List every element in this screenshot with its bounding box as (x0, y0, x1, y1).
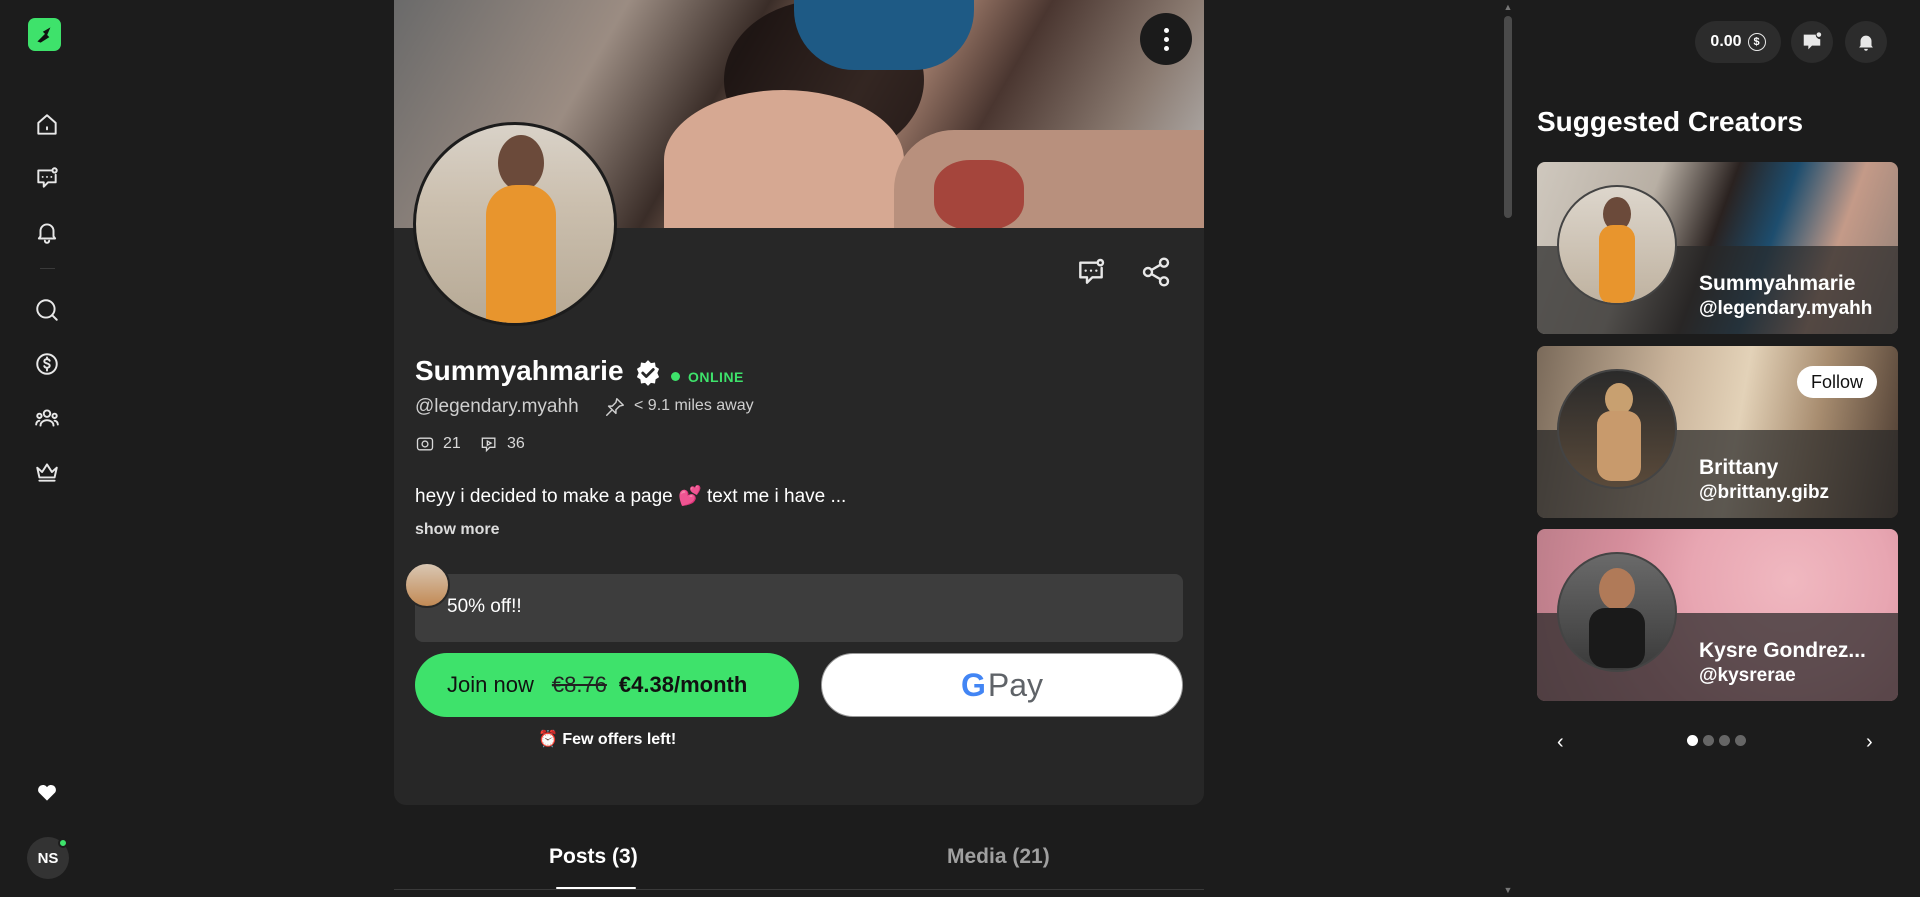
profile-avatar[interactable] (413, 122, 617, 326)
wallet-balance-button[interactable]: 0.00 $ (1695, 21, 1781, 63)
dollar-icon (36, 353, 58, 375)
user-avatar[interactable]: NS (27, 837, 69, 879)
creator-handle: @brittany.gibz (1699, 482, 1830, 503)
app-logo[interactable] (28, 18, 61, 51)
carousel-dot[interactable] (1703, 735, 1714, 746)
creator-name: Summyahmarie (1699, 272, 1856, 295)
gpay-label: Pay (987, 666, 1044, 703)
crown-icon (36, 463, 58, 482)
carousel-dot[interactable] (1687, 735, 1698, 746)
message-creator-button[interactable] (1073, 254, 1109, 290)
distance-text: < 9.1 miles away (634, 397, 754, 414)
promo-avatar (404, 562, 450, 608)
join-now-button[interactable]: Join now €8.76 €4.38/month (415, 653, 799, 717)
messages-button[interactable] (31, 162, 63, 194)
creator-handle: @kysrerae (1699, 665, 1796, 686)
videos-count: 36 (507, 435, 525, 452)
heart-icon (38, 784, 56, 801)
search-icon (36, 299, 58, 321)
more-options-button[interactable] (1140, 13, 1192, 65)
bio-text: heyy i decided to make a page 💕 text me … (415, 486, 847, 507)
old-price: €8.76 (551, 672, 607, 697)
creator-name: Kysre Gondrez... (1699, 639, 1866, 662)
promo-banner: 50% off!! (415, 574, 1183, 642)
messages-icon (37, 167, 58, 188)
header-messages-button[interactable] (1791, 21, 1833, 63)
kebab-icon (1163, 26, 1169, 53)
google-g-icon: G (960, 666, 986, 703)
new-price: €4.38/month (618, 672, 748, 697)
google-pay-button[interactable]: G Pay (821, 653, 1183, 717)
creator-handle: @legendary.myahh (1699, 298, 1873, 319)
camera-icon (416, 437, 434, 451)
show-more-link[interactable]: show more (415, 521, 499, 539)
notifications-button[interactable] (31, 216, 63, 248)
suggested-creators-title: Suggested Creators (1537, 106, 1804, 137)
carousel-prev-button[interactable]: ‹ (1557, 731, 1564, 754)
premium-button[interactable] (31, 456, 63, 488)
pin-icon (606, 398, 624, 416)
creator-card[interactable]: Follow Brittany @brittany.gibz (1537, 346, 1898, 518)
online-dot (671, 372, 680, 381)
carousel-dot[interactable] (1719, 735, 1730, 746)
creator-avatar (1557, 369, 1677, 489)
photos-stat: 21 (415, 434, 461, 454)
creator-name: Summyahmarie (415, 355, 624, 386)
carousel-next-button[interactable]: › (1866, 731, 1873, 754)
verified-badge-icon (636, 360, 660, 386)
scroll-down-arrow[interactable]: ▼ (1502, 885, 1514, 895)
creator-card[interactable]: Summyahmarie @legendary.myahh (1537, 162, 1898, 334)
online-indicator (58, 838, 68, 848)
balance-amount: 0.00 (1710, 33, 1742, 50)
promo-text: 50% off!! (447, 596, 522, 617)
few-offers-text: ⏰ Few offers left! (538, 731, 677, 748)
tab-media[interactable]: Media (21) (947, 845, 1050, 869)
creator-avatar (1557, 185, 1677, 305)
creator-handle: @legendary.myahh (415, 396, 579, 417)
profile-card: Summyahmarie ONLINE @legendary.myahh < 9… (394, 0, 1204, 805)
search-button[interactable] (31, 294, 63, 326)
bell-icon (37, 223, 57, 244)
home-button[interactable] (31, 109, 63, 141)
message-icon (1079, 258, 1105, 284)
video-chat-icon (481, 437, 496, 453)
wallet-button[interactable] (31, 348, 63, 380)
share-icon (1142, 257, 1170, 287)
videos-stat: 36 (479, 434, 525, 454)
carousel-dot[interactable] (1735, 735, 1746, 746)
tab-posts[interactable]: Posts (3) (549, 845, 638, 869)
scroll-up-arrow[interactable]: ▲ (1502, 2, 1514, 12)
join-label: Join now (447, 672, 534, 697)
photos-count: 21 (443, 435, 461, 452)
user-initials: NS (37, 849, 59, 867)
creator-card[interactable]: Kysre Gondrez... @kysrerae (1537, 529, 1898, 701)
carousel-dots (1687, 735, 1746, 746)
header-notifications-button[interactable] (1845, 21, 1887, 63)
follow-button[interactable]: Follow (1797, 366, 1877, 398)
creator-avatar (1557, 552, 1677, 672)
home-icon (37, 114, 57, 135)
coin-icon: $ (1747, 33, 1766, 51)
logo-icon (36, 26, 50, 43)
tab-divider (394, 889, 1204, 890)
creator-name: Brittany (1699, 456, 1779, 479)
tab-active-indicator (556, 887, 636, 889)
messages-icon (1803, 32, 1822, 50)
bell-icon (1859, 35, 1873, 51)
share-button[interactable] (1138, 254, 1174, 290)
users-icon (35, 409, 59, 427)
favorites-button[interactable] (31, 776, 63, 808)
left-sidebar: NS (0, 0, 96, 897)
nav-divider (40, 268, 55, 269)
online-status: ONLINE (688, 369, 744, 385)
creators-button[interactable] (31, 402, 63, 434)
scrollbar-thumb[interactable] (1504, 16, 1512, 218)
